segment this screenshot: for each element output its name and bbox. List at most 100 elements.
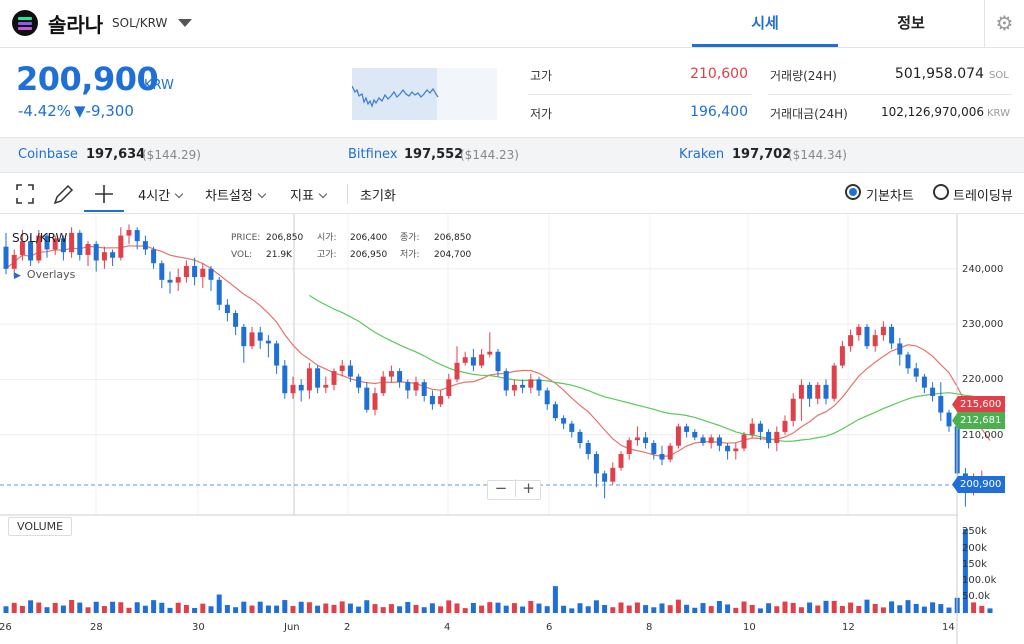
volume-bar <box>692 607 698 613</box>
volume-bar <box>339 601 345 613</box>
candle-body <box>675 426 681 446</box>
coin-name: 솔라나 <box>48 13 104 37</box>
candle-body <box>651 442 657 455</box>
price-tick: 220,000 <box>962 374 1003 385</box>
tradingview-radio[interactable] <box>933 184 949 200</box>
candle-body <box>3 246 9 269</box>
candle-body <box>224 304 230 314</box>
exchange-price: 197,634 <box>86 147 146 162</box>
volume-bar <box>585 606 591 613</box>
volume-bar <box>511 603 517 613</box>
reset-button[interactable]: 초기화 <box>360 185 396 204</box>
indicators-label: 지표 <box>290 189 314 204</box>
basic-chart-label[interactable]: 기본차트 <box>866 185 914 204</box>
volume-bar <box>421 607 427 613</box>
tab-info[interactable]: 정보 <box>838 0 984 47</box>
candle-body <box>798 384 804 399</box>
time-tick: 30 <box>192 622 205 633</box>
candle-body <box>880 326 886 336</box>
exchange-price: 197,702 <box>732 147 792 162</box>
volume-bar <box>790 602 796 613</box>
chevron-down-icon <box>174 189 184 199</box>
exchange-usd: ($144.29) <box>142 148 201 162</box>
info-label: 고가: <box>317 249 337 260</box>
candle-body <box>684 426 690 432</box>
time-tick: 26 <box>0 622 12 633</box>
candle-body <box>520 384 526 388</box>
volume-bar <box>593 600 599 613</box>
crosshair-icon[interactable] <box>84 179 124 212</box>
volume-bar <box>44 607 50 613</box>
volume-bar <box>831 600 837 613</box>
candle-body <box>659 454 665 460</box>
volume-bar <box>454 603 460 613</box>
coin-pair[interactable]: SOL/KRW <box>112 16 167 30</box>
tradingview-label[interactable]: 트레이딩뷰 <box>953 185 1013 204</box>
exchange-name[interactable]: Kraken <box>679 147 724 162</box>
volume-bar <box>520 606 526 613</box>
info-label: 시가: <box>317 232 337 243</box>
candle-body <box>577 431 583 443</box>
candle-body <box>372 393 378 410</box>
basic-chart-radio[interactable] <box>845 184 861 200</box>
volume-bar <box>110 601 116 613</box>
candle-body <box>470 357 476 366</box>
volume-bar <box>101 606 107 613</box>
info-label: 종가: <box>400 232 420 243</box>
volume-value: 501,958.074 <box>894 66 984 82</box>
volume-bar <box>60 605 66 613</box>
zoom-out-button[interactable]: − <box>488 479 514 497</box>
volume-bar <box>979 605 985 613</box>
candle-body <box>151 249 157 264</box>
candle-body <box>823 384 829 399</box>
candle-body <box>528 379 534 388</box>
volume-bar <box>36 602 42 613</box>
volume-bar <box>938 604 944 613</box>
mini-price-chart <box>352 68 497 120</box>
volume-bar <box>200 603 206 613</box>
chevron-down-icon[interactable] <box>178 19 192 27</box>
candle-body <box>413 382 419 391</box>
candle-body <box>479 354 485 366</box>
pencil-icon[interactable] <box>50 179 76 209</box>
time-tick: 2 <box>344 622 350 633</box>
current-price: 200,900 <box>16 60 159 98</box>
volume-bar <box>306 602 312 613</box>
candle-body <box>790 398 796 421</box>
candle-body <box>167 279 173 283</box>
chart-canvas[interactable]: PRICE: 206,850 시가: 206,400 종가: 206,850 V… <box>0 214 1024 644</box>
candle-body <box>782 420 788 432</box>
zoom-in-button[interactable]: + <box>515 479 541 497</box>
volume-bar <box>487 602 493 613</box>
volume-bar <box>913 604 919 613</box>
volume-bar <box>897 605 903 613</box>
volume-bar <box>880 607 886 613</box>
high-label: 고가 <box>530 69 553 83</box>
volume-bar <box>503 605 509 613</box>
info-value: 206,950 <box>350 250 387 260</box>
interval-select[interactable]: 4시간 <box>138 185 184 204</box>
gear-icon[interactable]: ⚙ <box>984 0 1024 47</box>
candlestick-chart[interactable]: PRICE: 206,850 시가: 206,400 종가: 206,850 V… <box>0 214 1024 644</box>
exchange-name[interactable]: Bitfinex <box>348 147 398 162</box>
candle-body <box>421 382 427 396</box>
volume-bar <box>298 601 304 613</box>
info-value: 206,850 <box>266 233 303 243</box>
volume-bar <box>323 603 329 613</box>
ma-long-tag: 215,600 <box>952 396 1006 413</box>
tab-quote[interactable]: 시세 <box>692 0 838 47</box>
volume-bar <box>675 599 681 613</box>
indicators-select[interactable]: 지표 <box>290 185 328 204</box>
candle-body <box>249 332 255 347</box>
fullscreen-icon[interactable] <box>12 179 38 209</box>
exchange-name[interactable]: Coinbase <box>18 147 78 162</box>
candle-body <box>667 445 673 460</box>
candle-body <box>618 454 624 468</box>
candle-body <box>364 387 370 410</box>
stat-divider <box>528 94 752 95</box>
candle-body <box>380 376 386 394</box>
candle-body <box>889 326 895 344</box>
overlays-toggle[interactable]: ▶ Overlays <box>14 268 75 281</box>
chart-settings-select[interactable]: 차트설정 <box>205 185 267 204</box>
volume-bar <box>921 606 927 613</box>
